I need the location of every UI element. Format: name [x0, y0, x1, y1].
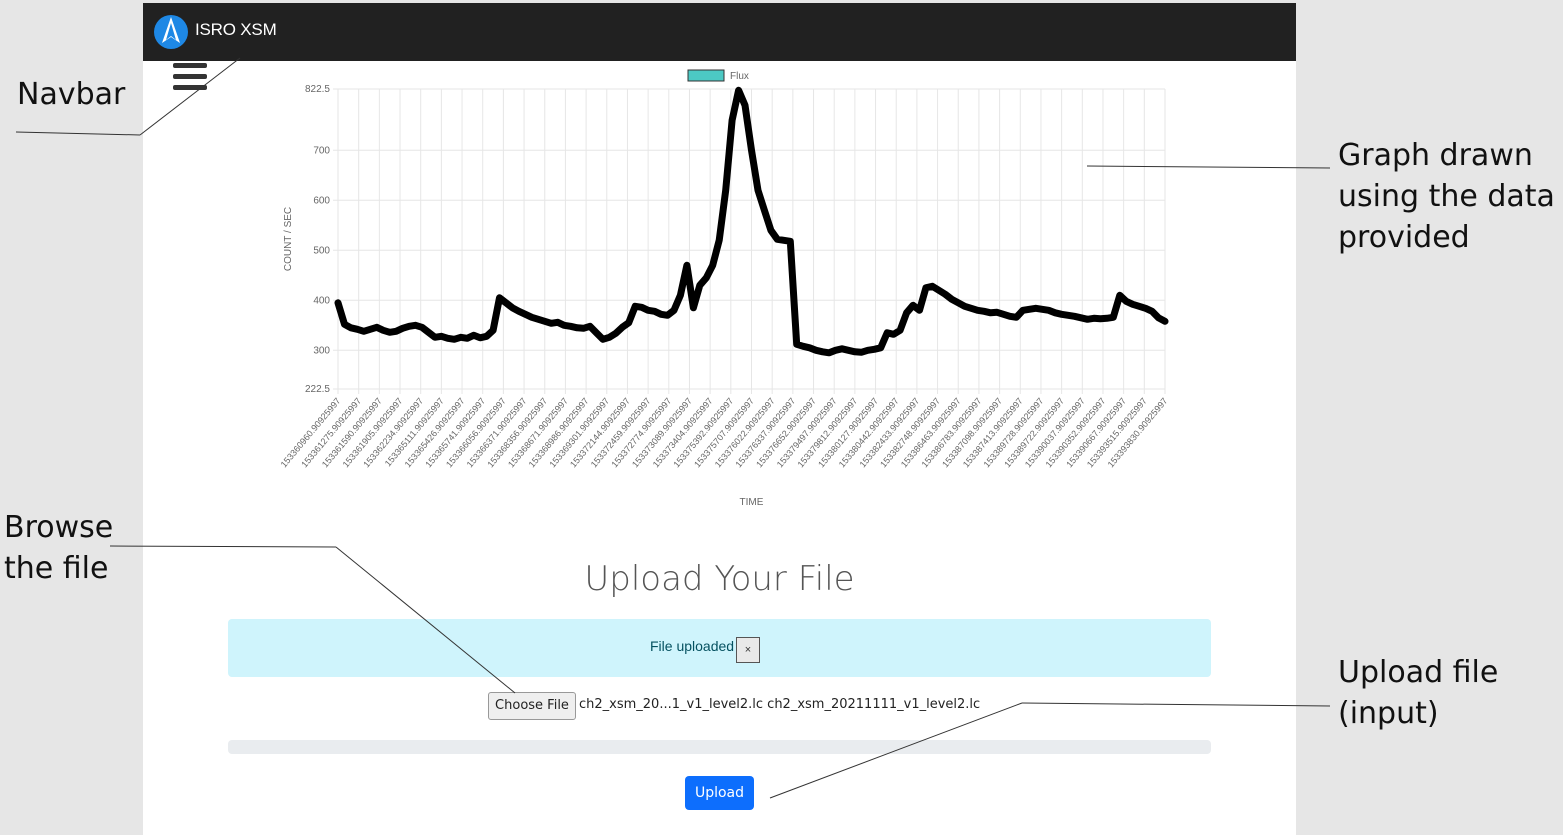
annotation-browse-1: Browse	[4, 510, 114, 545]
annotation-navbar: Navbar	[17, 77, 126, 112]
annotation-lines	[15, 57, 1331, 799]
annotation-graph-1: Graph drawn	[1338, 138, 1533, 173]
annotation-graph-3: provided	[1338, 220, 1470, 255]
annotation-upload-2: (input)	[1338, 696, 1439, 731]
annotation-browse-2: the file	[4, 551, 109, 586]
annotation-upload-1: Upload file	[1338, 655, 1499, 690]
annotation-graph-2: using the data	[1338, 179, 1555, 214]
